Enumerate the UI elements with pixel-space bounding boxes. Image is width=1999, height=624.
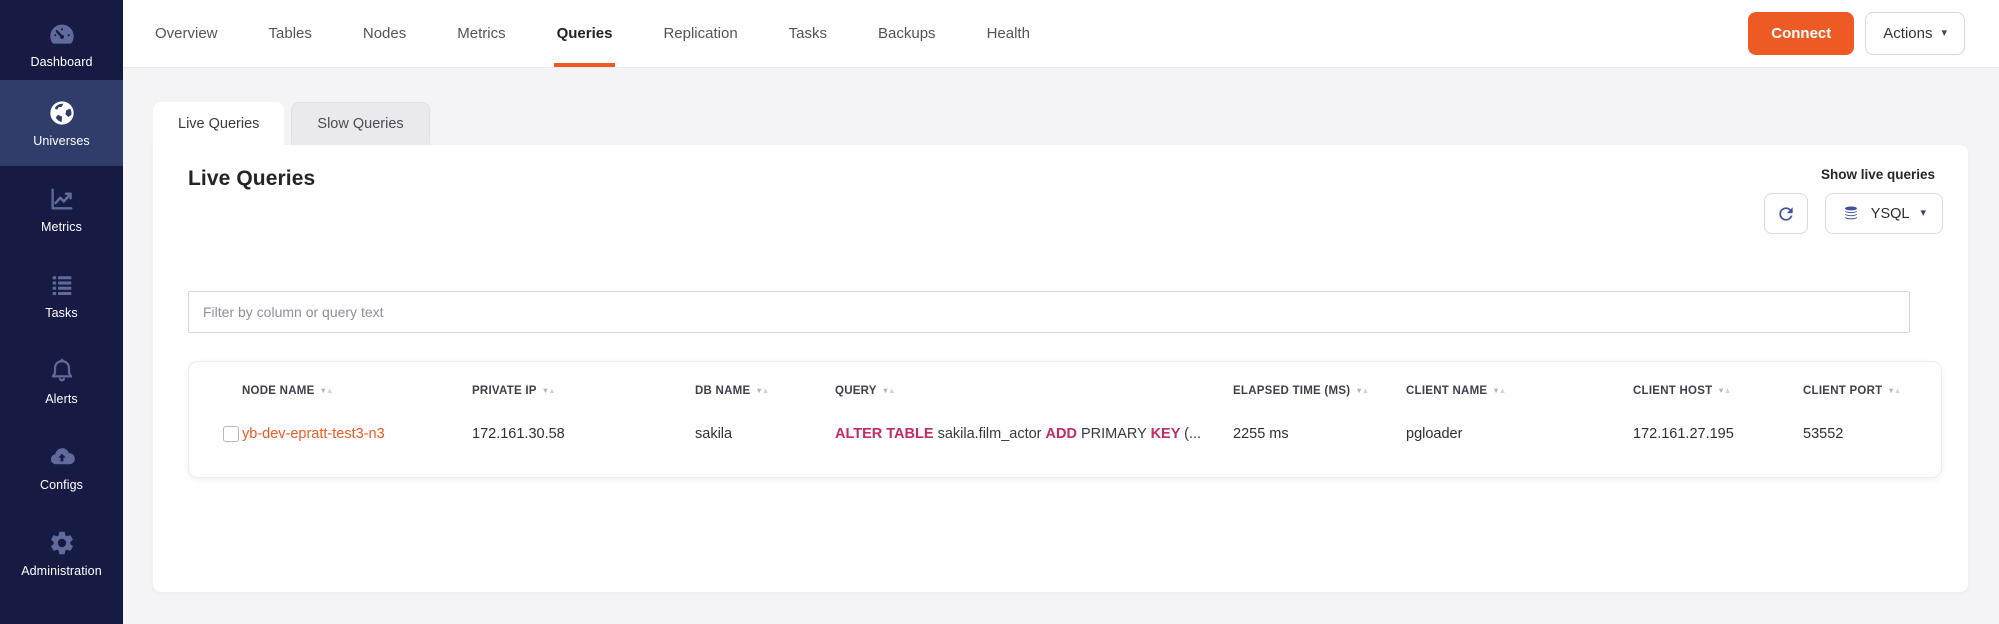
query-text-cell: ALTER TABLE sakila.film_actor ADD PRIMAR… <box>835 426 1233 442</box>
tab-tasks[interactable]: Tasks <box>789 0 827 67</box>
api-type-dropdown[interactable]: YSQL ▾ <box>1825 193 1943 234</box>
universe-nav-tabs: Overview Tables Nodes Metrics Queries Re… <box>155 0 1030 67</box>
sort-icons: ▼▲ <box>1355 386 1368 395</box>
chart-trend-icon <box>48 185 76 213</box>
sidebar-item-configs[interactable]: Configs <box>0 424 123 510</box>
database-icon <box>1842 205 1860 223</box>
refresh-button[interactable] <box>1764 193 1808 234</box>
sort-icons: ▼▲ <box>882 386 895 395</box>
tab-backups[interactable]: Backups <box>878 0 936 67</box>
tab-metrics[interactable]: Metrics <box>457 0 505 67</box>
sidebar-item-label: Administration <box>21 564 102 578</box>
panel-header: Live Queries Show live queries <box>153 145 1968 234</box>
sidebar-item-tasks[interactable]: Tasks <box>0 252 123 338</box>
query-filter-input[interactable] <box>188 291 1910 333</box>
chevron-down-icon: ▾ <box>1920 208 1926 219</box>
elapsed-time-cell: 2255 ms <box>1233 426 1406 442</box>
client-port-cell: 53552 <box>1803 426 1941 442</box>
sidebar-item-label: Dashboard <box>30 55 92 69</box>
globe-icon <box>48 99 76 127</box>
refresh-icon <box>1776 204 1796 224</box>
queries-table: NODE NAME▼▲ PRIVATE IP▼▲ DB NAME▼▲ QUERY… <box>188 361 1942 478</box>
actions-label: Actions <box>1883 25 1932 42</box>
actions-dropdown-button[interactable]: Actions ▾ <box>1865 12 1965 55</box>
row-checkbox[interactable] <box>223 426 239 442</box>
column-header-private-ip[interactable]: PRIVATE IP▼▲ <box>472 385 695 397</box>
column-header-client-host[interactable]: CLIENT HOST▼▲ <box>1633 385 1803 397</box>
live-queries-panel: Live Queries Show live queries <box>153 145 1968 592</box>
queries-content: Live Queries Slow Queries Live Queries S… <box>123 68 1999 624</box>
app-root: Dashboard Universes Metrics <box>0 0 1999 624</box>
sidebar-item-alerts[interactable]: Alerts <box>0 338 123 424</box>
connect-button[interactable]: Connect <box>1748 12 1854 55</box>
chevron-down-icon: ▾ <box>1941 28 1947 39</box>
sidebar-item-metrics[interactable]: Metrics <box>0 166 123 252</box>
tab-tables[interactable]: Tables <box>269 0 312 67</box>
tab-nodes[interactable]: Nodes <box>363 0 406 67</box>
tab-live-queries[interactable]: Live Queries <box>153 102 284 145</box>
sort-icons: ▼▲ <box>1492 386 1505 395</box>
db-name-cell: sakila <box>695 426 835 442</box>
query-type-tabs: Live Queries Slow Queries <box>153 102 430 145</box>
api-type-value: YSQL <box>1871 206 1910 222</box>
sidebar-item-label: Tasks <box>45 306 77 320</box>
tab-slow-queries[interactable]: Slow Queries <box>291 102 429 145</box>
sidebar-item-label: Alerts <box>45 392 78 406</box>
column-header-query[interactable]: QUERY▼▲ <box>835 385 1233 397</box>
sort-icons: ▼▲ <box>1717 386 1730 395</box>
node-name-link[interactable]: yb-dev-epratt-test3-n3 <box>242 426 385 442</box>
column-header-client-name[interactable]: CLIENT NAME▼▲ <box>1406 385 1633 397</box>
column-header-db-name[interactable]: DB NAME▼▲ <box>695 385 835 397</box>
tab-queries[interactable]: Queries <box>557 0 613 67</box>
filter-container <box>188 291 1968 333</box>
sort-icons: ▼▲ <box>320 386 333 395</box>
sort-icons: ▼▲ <box>1887 386 1900 395</box>
topnav-actions: Connect Actions ▾ <box>1748 12 1965 55</box>
tab-overview[interactable]: Overview <box>155 0 218 67</box>
private-ip-cell: 172.161.30.58 <box>472 426 695 442</box>
universe-top-nav: Overview Tables Nodes Metrics Queries Re… <box>123 0 1999 68</box>
table-header-row: NODE NAME▼▲ PRIVATE IP▼▲ DB NAME▼▲ QUERY… <box>189 385 1941 397</box>
table-row: yb-dev-epratt-test3-n3 172.161.30.58 sak… <box>189 426 1941 442</box>
query-controls: YSQL ▾ <box>1764 193 1943 234</box>
sort-icons: ▼▲ <box>542 386 555 395</box>
sidebar-item-administration[interactable]: Administration <box>0 510 123 596</box>
sidebar-item-universes[interactable]: Universes <box>0 80 123 166</box>
client-host-cell: 172.161.27.195 <box>1633 426 1803 442</box>
sidebar: Dashboard Universes Metrics <box>0 0 123 624</box>
panel-header-controls: Show live queries <box>1764 167 1943 234</box>
sidebar-item-label: Configs <box>40 478 83 492</box>
bell-icon <box>48 357 76 385</box>
sidebar-item-label: Universes <box>33 134 89 148</box>
sort-icons: ▼▲ <box>755 386 768 395</box>
tab-health[interactable]: Health <box>987 0 1030 67</box>
dashboard-gauge-icon <box>48 20 76 48</box>
sidebar-item-dashboard[interactable]: Dashboard <box>0 0 123 80</box>
page-title: Live Queries <box>188 167 315 191</box>
column-header-node-name[interactable]: NODE NAME▼▲ <box>242 385 472 397</box>
tab-replication[interactable]: Replication <box>663 0 737 67</box>
column-header-elapsed-time[interactable]: ELAPSED TIME (MS)▼▲ <box>1233 385 1406 397</box>
cloud-upload-icon <box>48 443 76 471</box>
task-list-icon <box>48 271 76 299</box>
column-header-client-port[interactable]: CLIENT PORT▼▲ <box>1803 385 1941 397</box>
show-live-queries-label: Show live queries <box>1821 167 1935 182</box>
gear-icon <box>48 529 76 557</box>
client-name-cell: pgloader <box>1406 426 1633 442</box>
sidebar-item-label: Metrics <box>41 220 82 234</box>
